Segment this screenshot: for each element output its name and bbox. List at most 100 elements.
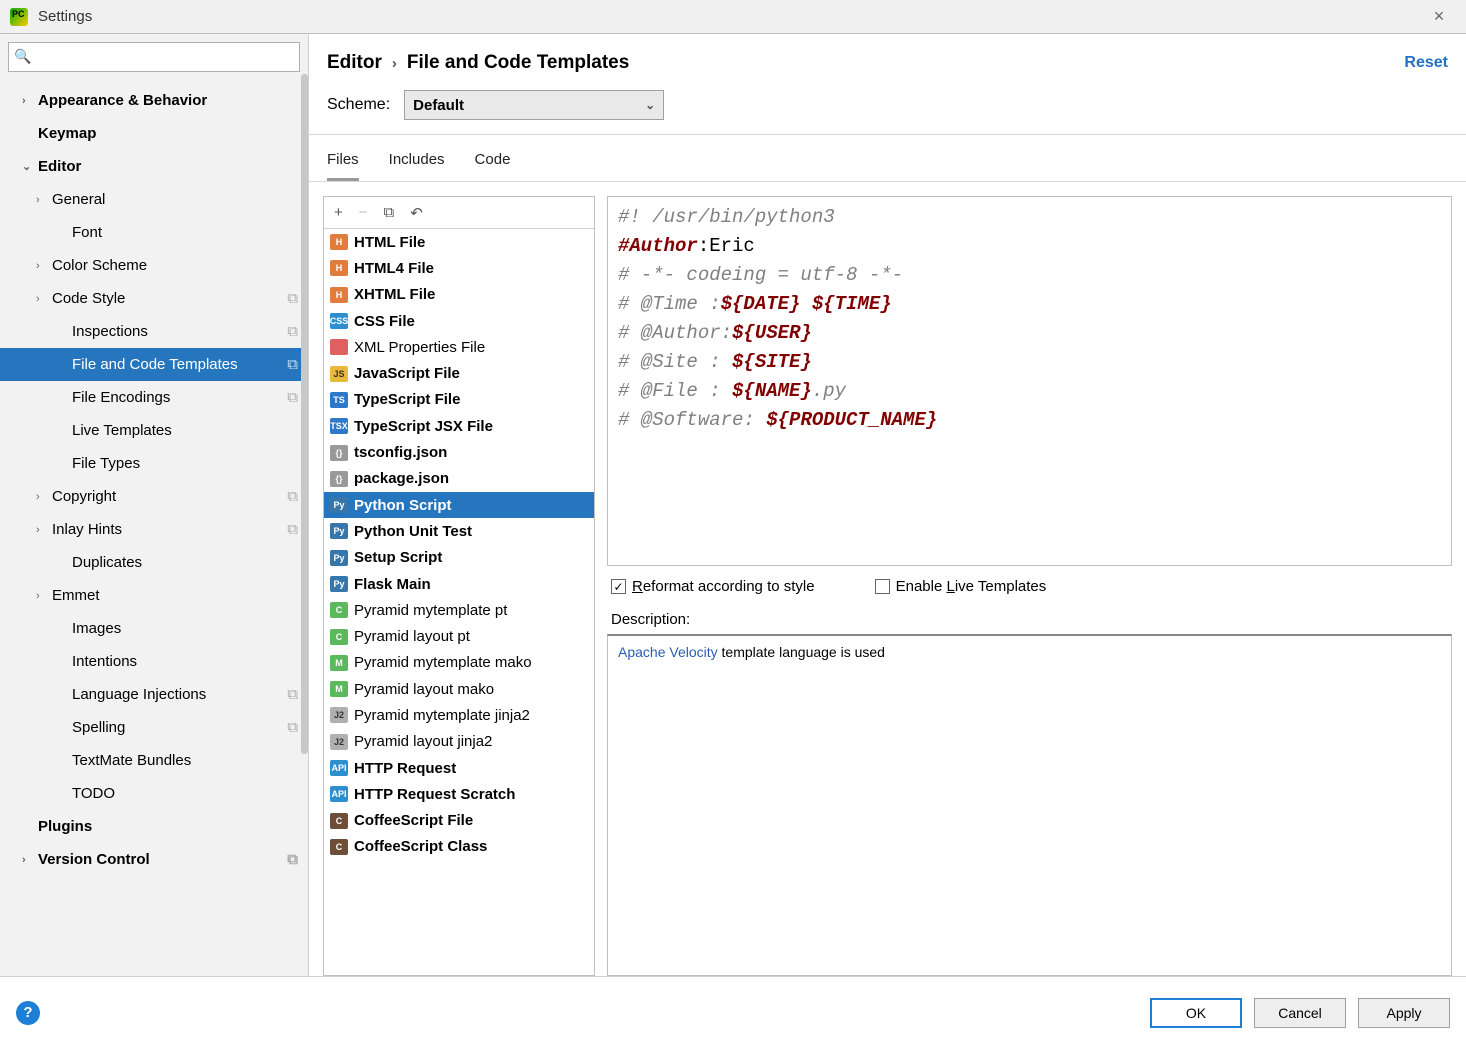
template-item[interactable]: MPyramid mytemplate mako xyxy=(324,650,594,676)
code-line: # @File : xyxy=(618,380,732,402)
nav-item[interactable]: Inspections⧉ xyxy=(0,315,308,348)
template-item[interactable]: HHTML File xyxy=(324,229,594,255)
scope-icon: ⧉ xyxy=(287,851,298,868)
template-item[interactable]: TSTypeScript File xyxy=(324,387,594,413)
template-label: XHTML File xyxy=(354,286,435,303)
template-item[interactable]: J2Pyramid mytemplate jinja2 xyxy=(324,702,594,728)
template-item[interactable]: {}package.json xyxy=(324,466,594,492)
template-label: HTTP Request xyxy=(354,760,456,777)
nav-item[interactable]: ›Version Control⧉ xyxy=(0,843,308,876)
nav-label: Inlay Hints xyxy=(52,521,122,538)
nav-item[interactable]: File Types xyxy=(0,447,308,480)
nav-item[interactable]: ›Emmet xyxy=(0,579,308,612)
template-label: HTML4 File xyxy=(354,260,434,277)
nav-item[interactable]: Images xyxy=(0,612,308,645)
tab-files[interactable]: Files xyxy=(327,147,359,181)
template-item[interactable]: {}tsconfig.json xyxy=(324,439,594,465)
template-item[interactable]: PyFlask Main xyxy=(324,571,594,597)
reformat-checkbox[interactable]: ✓ Reformat according to style xyxy=(611,578,815,595)
close-icon[interactable]: × xyxy=(1422,6,1456,27)
nav-item[interactable]: ›Code Style⧉ xyxy=(0,282,308,315)
code-line: # @Author: xyxy=(618,322,732,344)
scrollbar-thumb[interactable] xyxy=(301,74,308,754)
template-item[interactable]: APIHTTP Request Scratch xyxy=(324,781,594,807)
nav-item[interactable]: ⌄Editor xyxy=(0,150,308,183)
reset-link[interactable]: Reset xyxy=(1404,54,1448,72)
nav-item[interactable]: Spelling⧉ xyxy=(0,711,308,744)
nav-item[interactable]: TextMate Bundles xyxy=(0,744,308,777)
template-item[interactable]: CPyramid layout pt xyxy=(324,623,594,649)
nav-label: Copyright xyxy=(52,488,116,505)
copy-icon[interactable]: ⧉ xyxy=(384,204,395,221)
template-item[interactable]: PySetup Script xyxy=(324,545,594,571)
nav-item[interactable]: ›Appearance & Behavior xyxy=(0,84,308,117)
template-item[interactable]: J2Pyramid layout jinja2 xyxy=(324,729,594,755)
nav-label: Font xyxy=(72,224,102,241)
template-list[interactable]: HHTML FileHHTML4 File H XHTML File CSSCSS F… xyxy=(324,229,594,975)
nav-item[interactable]: ›Inlay Hints⧉ xyxy=(0,513,308,546)
template-item[interactable]: CSSCSS File xyxy=(324,308,594,334)
search-input[interactable] xyxy=(8,42,300,72)
template-item[interactable]: PyPython Unit Test xyxy=(324,518,594,544)
nav-item[interactable]: Font xyxy=(0,216,308,249)
nav-item[interactable]: ›Color Scheme xyxy=(0,249,308,282)
nav-item[interactable]: ›General xyxy=(0,183,308,216)
template-label: HTTP Request Scratch xyxy=(354,786,515,803)
footer: ? OK Cancel Apply xyxy=(0,976,1466,1048)
apply-button[interactable]: Apply xyxy=(1358,998,1450,1028)
nav-item[interactable]: Live Templates xyxy=(0,414,308,447)
scheme-select[interactable]: Default ⌄ xyxy=(404,90,664,120)
template-editor[interactable]: #! /usr/bin/python3 #Author:Eric # -*- c… xyxy=(607,196,1452,566)
breadcrumb-root[interactable]: Editor xyxy=(327,52,382,74)
velocity-link[interactable]: Apache Velocity xyxy=(618,644,718,660)
tab-includes[interactable]: Includes xyxy=(389,147,445,181)
nav-item[interactable]: TODO xyxy=(0,777,308,810)
template-item[interactable]: H XHTML File xyxy=(324,282,594,308)
add-icon[interactable]: + xyxy=(334,204,343,221)
template-item[interactable]: APIHTTP Request xyxy=(324,755,594,781)
template-label: Pyramid layout jinja2 xyxy=(354,733,492,750)
undo-icon[interactable]: ↶ xyxy=(410,204,423,222)
nav-item[interactable]: Intentions xyxy=(0,645,308,678)
nav-item[interactable]: File and Code Templates⧉ xyxy=(0,348,308,381)
nav-label: Editor xyxy=(38,158,81,175)
help-icon[interactable]: ? xyxy=(16,1001,40,1025)
nav-label: Spelling xyxy=(72,719,125,736)
template-item[interactable]: CCoffeeScript File xyxy=(324,808,594,834)
tab-code[interactable]: Code xyxy=(475,147,511,181)
nav-label: Keymap xyxy=(38,125,96,142)
scope-icon: ⧉ xyxy=(287,290,298,307)
scope-icon: ⧉ xyxy=(287,686,298,703)
chevron-down-icon: ⌄ xyxy=(645,98,655,112)
template-label: Pyramid mytemplate mako xyxy=(354,654,532,671)
template-item[interactable]: JSJavaScript File xyxy=(324,360,594,386)
nav-item[interactable]: Language Injections⧉ xyxy=(0,678,308,711)
code-line: # @Site : xyxy=(618,351,732,373)
cancel-button[interactable]: Cancel xyxy=(1254,998,1346,1028)
template-item[interactable]: CPyramid mytemplate pt xyxy=(324,597,594,623)
template-item[interactable]: XML Properties File xyxy=(324,334,594,360)
nav-item[interactable]: ›Copyright⧉ xyxy=(0,480,308,513)
code-line: # @Time : xyxy=(618,293,721,315)
file-type-icon: H xyxy=(330,287,348,303)
template-item[interactable]: MPyramid layout mako xyxy=(324,676,594,702)
ok-button[interactable]: OK xyxy=(1150,998,1242,1028)
file-type-icon: Py xyxy=(330,550,348,566)
template-item[interactable]: PyPython Script xyxy=(324,492,594,518)
template-label: package.json xyxy=(354,470,449,487)
description-label: Description: xyxy=(607,607,1452,634)
template-item[interactable]: CCoffeeScript Class xyxy=(324,834,594,860)
file-type-icon: JS xyxy=(330,366,348,382)
nav-item[interactable]: Plugins xyxy=(0,810,308,843)
nav-item[interactable]: File Encodings⧉ xyxy=(0,381,308,414)
template-label: Flask Main xyxy=(354,576,431,593)
nav-item[interactable]: Keymap xyxy=(0,117,308,150)
remove-icon[interactable]: − xyxy=(359,204,368,221)
template-item[interactable]: HHTML4 File xyxy=(324,255,594,281)
settings-tree[interactable]: ›Appearance & Behavior Keymap ⌄Editor›Gene… xyxy=(0,80,308,976)
live-templates-checkbox[interactable]: Enable Live Templates xyxy=(875,578,1047,595)
file-type-icon: TSX xyxy=(330,418,348,434)
template-label: Pyramid mytemplate pt xyxy=(354,602,507,619)
template-item[interactable]: TSXTypeScript JSX File xyxy=(324,413,594,439)
nav-item[interactable]: Duplicates xyxy=(0,546,308,579)
